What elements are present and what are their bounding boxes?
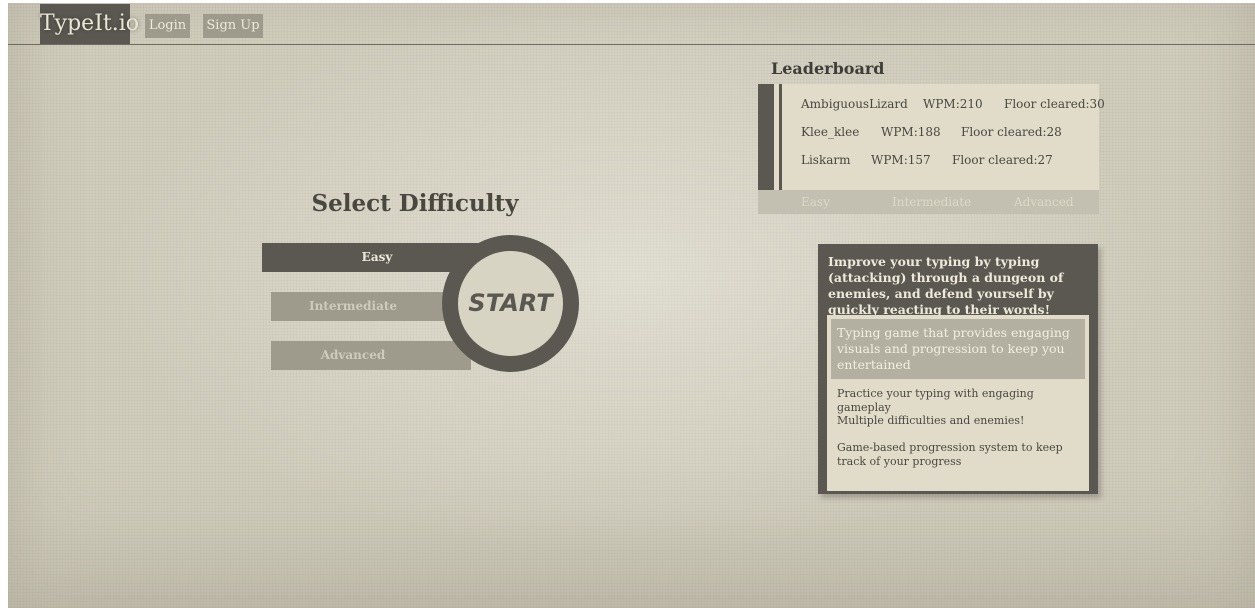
- leaderboard-title: Leaderboard: [771, 59, 885, 78]
- leaderboard-player-name: Klee_klee: [801, 125, 860, 139]
- info-headline: Improve your typing by typing (attacking…: [828, 254, 1064, 317]
- difficulty-advanced-button[interactable]: Advanced: [271, 341, 471, 370]
- leaderboard-player-name: AmbiguousLizard: [801, 97, 908, 111]
- feature-item: Practice your typing with engaging gamep…: [837, 387, 1034, 414]
- leaderboard-accent-line: [779, 84, 782, 190]
- leaderboard-floor: Floor cleared:27: [952, 153, 1053, 167]
- feature-item: Multiple difficulties and enemies!: [837, 414, 1025, 427]
- leaderboard-tabs: Easy Intermediate Advanced: [758, 190, 1099, 214]
- leaderboard-floor: Floor cleared:28: [961, 125, 1062, 139]
- difficulty-intermediate-button[interactable]: Intermediate: [271, 292, 471, 321]
- leaderboard-wpm: WPM:157: [871, 153, 931, 167]
- login-button[interactable]: Login: [145, 14, 190, 38]
- navbar: TypeIt.io Login Sign Up: [8, 3, 1255, 45]
- leaderboard-wpm: WPM:188: [881, 125, 941, 139]
- leaderboard-player-name: Liskarm: [801, 153, 851, 167]
- brand-logo[interactable]: TypeIt.io: [40, 4, 139, 44]
- leaderboard-floor: Floor cleared:30: [1004, 97, 1105, 111]
- leaderboard-accent-bar: [758, 84, 774, 190]
- signup-button[interactable]: Sign Up: [203, 14, 263, 38]
- feature-item-highlighted: Typing game that provides engaging visua…: [837, 325, 1070, 372]
- start-button[interactable]: START: [458, 251, 563, 356]
- leaderboard-tab-intermediate[interactable]: Intermediate: [892, 190, 971, 214]
- select-difficulty-title: Select Difficulty: [311, 190, 519, 217]
- leaderboard-tab-easy[interactable]: Easy: [801, 190, 830, 214]
- leaderboard-tab-advanced[interactable]: Advanced: [1014, 190, 1074, 214]
- leaderboard-wpm: WPM:210: [923, 97, 983, 111]
- feature-item: Game-based progression system to keep tr…: [837, 441, 1063, 468]
